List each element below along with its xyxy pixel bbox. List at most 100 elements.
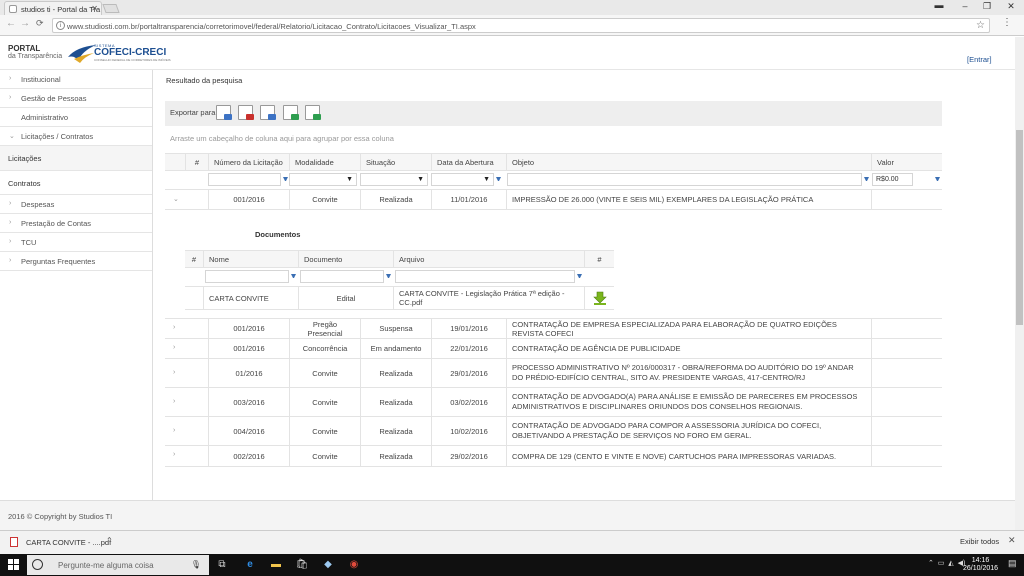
sidebar-item-despesas[interactable]: › Despesas [0,195,152,214]
sidebar-item-gestao-pessoas[interactable]: › Gestão de Pessoas [0,89,152,108]
doc-column-arquivo[interactable]: Arquivo [393,251,584,267]
download-cell[interactable] [584,287,614,309]
clock[interactable]: 14:16 26/10/2016 [963,557,998,573]
sidebar-item-contratos[interactable]: Contratos [0,171,152,195]
filter-funnel-icon[interactable] [935,177,940,182]
table-row[interactable]: › 004/2016 Convite Realizada 10/02/2016 … [165,417,942,446]
doc-column-nome[interactable]: Nome [203,251,298,267]
battery-icon[interactable]: ▭ [938,560,945,567]
collapse-row-icon[interactable]: ⌄ [173,195,179,203]
export-xlsx-icon[interactable] [260,105,276,120]
doc-column-hash-2[interactable]: # [584,251,614,267]
download-options-chevron-icon[interactable]: ⌃ [106,536,113,545]
table-row[interactable]: › 001/2016 Pregão Presencial Suspensa 19… [165,319,942,339]
table-row[interactable]: › 001/2016 Concorrência Em andamento 22/… [165,339,942,359]
expand-row-icon[interactable]: › [173,427,175,434]
portal-title[interactable]: PORTAL da Transparência [8,45,62,61]
table-row[interactable]: › 002/2016 Convite Realizada 29/02/2016 … [165,446,942,467]
notifications-icon[interactable]: ▤ [1008,558,1018,570]
table-row[interactable]: ⌄ 001/2016 Convite Realizada 11/01/2016 … [165,190,942,210]
file-explorer-icon[interactable]: ▬ [268,557,284,573]
browser-menu-icon[interactable]: ⋮ [1002,17,1012,28]
column-header-hash[interactable]: # [185,154,208,170]
filter-funnel-icon[interactable] [386,274,391,279]
export-pdf-icon[interactable] [216,105,232,120]
export-csv-icon[interactable] [305,105,321,120]
export-xls-icon[interactable] [238,105,254,120]
address-bar[interactable]: i www.studiosti.com.br/portaltransparenc… [52,18,990,33]
cell-numero: 001/2016 [208,190,289,209]
scrollbar-thumb[interactable] [1016,130,1023,325]
doc-filter-arquivo-input[interactable] [395,270,575,283]
app-icon[interactable]: ◆ [320,557,336,573]
expand-row-icon[interactable]: › [173,369,175,376]
cofeci-logo[interactable]: SISTEMA COFECI-CRECI CONSELHO FEDERAL DE… [66,43,171,67]
bookmark-star-icon[interactable]: ☆ [976,20,985,31]
store-icon[interactable]: 🛍 [294,557,310,573]
show-all-downloads-button[interactable]: Exibir todos [960,537,999,546]
filter-modalidade-select[interactable]: ▼ [289,173,357,186]
doc-column-hash[interactable]: # [185,251,203,267]
filter-funnel-icon[interactable] [496,177,501,182]
download-icon[interactable] [592,291,607,305]
system-tray[interactable]: ⌃ ▭ ◭ ◀) [928,559,965,567]
filter-valor-input[interactable]: R$0.00 [872,173,913,186]
doc-filter-nome-input[interactable] [205,270,289,283]
export-rtf-icon[interactable] [283,105,299,120]
filter-numero-input[interactable] [208,173,281,186]
info-icon[interactable]: i [56,21,65,30]
forward-button[interactable]: → [20,18,30,29]
microphone-icon[interactable]: 🎙 [191,560,201,569]
sidebar-item-administrativo[interactable]: Administrativo [0,108,152,127]
login-link[interactable]: [Entrar] [967,55,992,64]
filter-situacao-select[interactable]: ▼ [360,173,428,186]
chevron-up-icon[interactable]: ⌃ [928,560,934,567]
reload-button[interactable]: ⟳ [36,18,44,29]
close-window-button[interactable]: ✕ [1002,1,1020,13]
filter-data-select[interactable]: ▼ [431,173,494,186]
table-row[interactable]: › 01/2016 Convite Realizada 29/01/2016 P… [165,359,942,388]
doc-column-documento[interactable]: Documento [298,251,393,267]
network-icon[interactable]: ◭ [948,560,953,567]
chrome-icon[interactable]: ◉ [346,557,362,573]
expand-row-icon[interactable]: › [173,344,175,351]
close-tab-icon[interactable]: ✕ [91,4,98,13]
expand-row-icon[interactable]: › [173,324,175,331]
browser-tab[interactable]: studios ti - Portal da Tra ✕ [4,1,102,15]
filter-funnel-icon[interactable] [864,177,869,182]
filter-objeto-input[interactable] [507,173,862,186]
sidebar-item-perguntas-frequentes[interactable]: › Perguntas Frequentes [0,252,152,271]
pdf-file-icon[interactable] [10,537,18,547]
windows-start-icon[interactable] [8,559,20,571]
back-button[interactable]: ← [6,18,16,29]
column-header-numero[interactable]: Número da Licitação [208,154,289,170]
column-header-situacao[interactable]: Situação [360,154,431,170]
edge-browser-icon[interactable]: e [242,557,258,573]
sidebar-item-licitacoes[interactable]: Licitações [0,146,152,171]
expand-row-icon[interactable]: › [173,398,175,405]
restore-button[interactable]: ❐ [978,1,996,13]
expand-row-icon[interactable]: › [173,451,175,458]
filter-funnel-icon[interactable] [283,177,288,182]
table-row[interactable]: › 003/2016 Convite Realizada 03/02/2016 … [165,388,942,417]
sidebar-item-licitacoes-contratos[interactable]: ⌄ Licitações / Contratos [0,127,152,146]
filter-funnel-icon[interactable] [291,274,296,279]
minimize-button[interactable]: – [956,1,974,13]
column-header-modalidade[interactable]: Modalidade [289,154,360,170]
task-view-icon[interactable]: ⧉ [214,557,230,573]
user-icon[interactable]: ▬ [930,0,948,12]
download-item-name[interactable]: CARTA CONVITE - ....pdf [26,538,111,547]
cell-data: 29/01/2016 [431,359,506,387]
filter-funnel-icon[interactable] [577,274,582,279]
new-tab-button[interactable] [102,4,120,13]
column-header-objeto[interactable]: Objeto [506,154,871,170]
cortana-search-box[interactable]: Pergunte-me alguma coisa 🎙 [27,555,209,575]
sidebar-item-prestacao-contas[interactable]: › Prestação de Contas [0,214,152,233]
column-header-valor[interactable]: Valor [871,154,942,170]
document-row[interactable]: CARTA CONVITE Edital CARTA CONVITE - Leg… [185,287,614,310]
sidebar-item-institucional[interactable]: › Institucional [0,70,152,89]
column-header-data[interactable]: Data da Abertura [431,154,506,170]
sidebar-item-tcu[interactable]: › TCU [0,233,152,252]
doc-filter-documento-input[interactable] [300,270,384,283]
close-downloads-bar-icon[interactable]: ✕ [1008,535,1016,546]
